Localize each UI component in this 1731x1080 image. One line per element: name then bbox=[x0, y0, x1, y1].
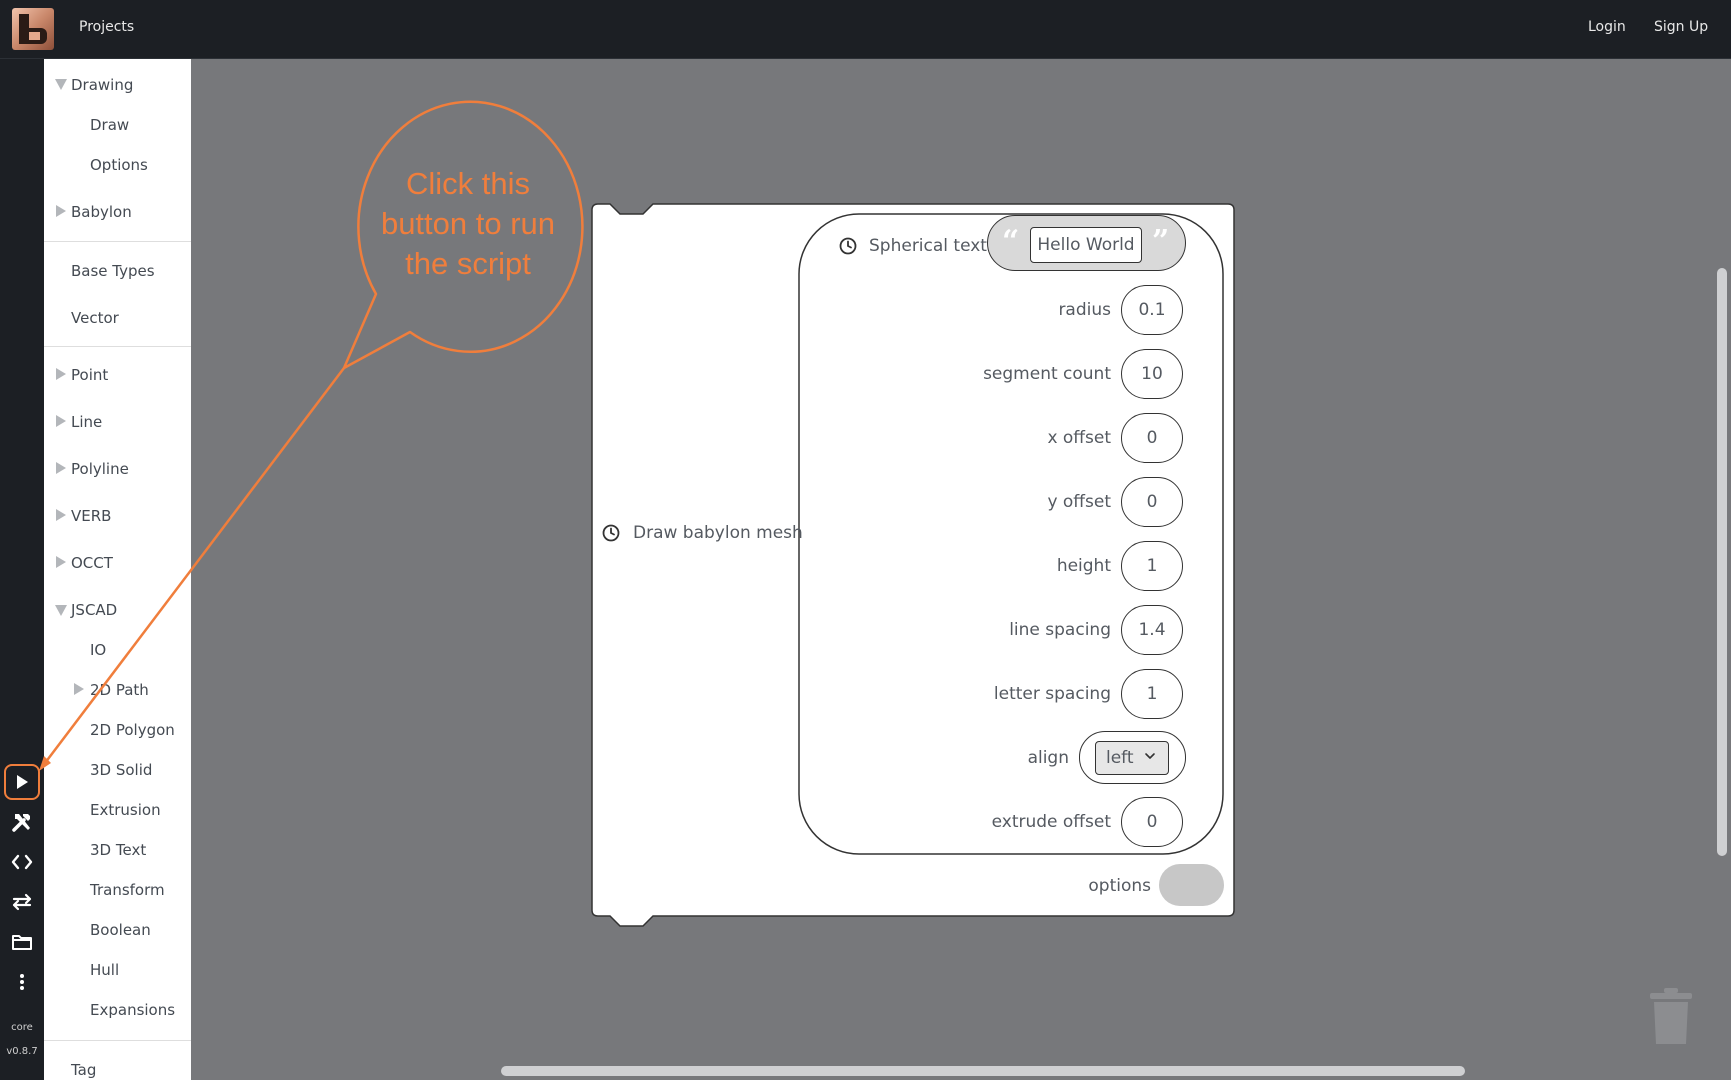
horizontal-scrollbar[interactable] bbox=[501, 1066, 1465, 1076]
clock-icon bbox=[602, 524, 620, 542]
extrude-offset-label: extrude offset bbox=[991, 812, 1111, 832]
open-quote-icon: “ bbox=[1002, 224, 1020, 259]
text-input[interactable]: Hello World bbox=[1030, 227, 1142, 263]
callout-text: Click this button to run the script bbox=[356, 164, 580, 284]
align-value: left bbox=[1106, 748, 1134, 768]
param-label: x offset bbox=[1047, 428, 1111, 448]
callout-line: Click this bbox=[405, 166, 530, 201]
height-field[interactable]: 1 bbox=[1121, 541, 1183, 591]
param-label: line spacing bbox=[1009, 620, 1111, 640]
trash-icon[interactable] bbox=[1648, 988, 1694, 1046]
extrude-offset-field[interactable]: 0 bbox=[1121, 797, 1183, 847]
line-spacing-field[interactable]: 1.4 bbox=[1121, 605, 1183, 655]
options-toggle[interactable] bbox=[1159, 864, 1224, 906]
options-label: options bbox=[1088, 876, 1151, 896]
letter-spacing-field[interactable]: 1 bbox=[1121, 669, 1183, 719]
chevron-down-icon bbox=[1145, 753, 1155, 759]
param-label: y offset bbox=[1047, 492, 1111, 512]
text-input-block[interactable]: “ Hello World ” bbox=[987, 215, 1186, 271]
param-label: height bbox=[1056, 556, 1111, 576]
draw-babylon-mesh-label: Draw babylon mesh bbox=[633, 523, 803, 543]
callout-line: button to run bbox=[380, 206, 556, 241]
vertical-scrollbar[interactable] bbox=[1717, 268, 1727, 856]
x-offset-field[interactable]: 0 bbox=[1121, 413, 1183, 463]
align-label: align bbox=[1027, 748, 1069, 768]
align-block[interactable]: left bbox=[1079, 731, 1186, 784]
callout-line: the script bbox=[405, 246, 531, 281]
param-label: segment count bbox=[983, 364, 1111, 384]
clock-icon bbox=[839, 237, 857, 255]
param-label: letter spacing bbox=[993, 684, 1111, 704]
close-quote-icon: ” bbox=[1152, 224, 1170, 259]
param-label: radius bbox=[1058, 300, 1111, 320]
callout-arrow-line bbox=[41, 367, 345, 768]
segment-count-field[interactable]: 10 bbox=[1121, 349, 1183, 399]
y-offset-field[interactable]: 0 bbox=[1121, 477, 1183, 527]
align-dropdown[interactable]: left bbox=[1095, 741, 1169, 775]
spherical-text-label: Spherical text bbox=[869, 236, 987, 256]
radius-field[interactable]: 0.1 bbox=[1121, 285, 1183, 335]
